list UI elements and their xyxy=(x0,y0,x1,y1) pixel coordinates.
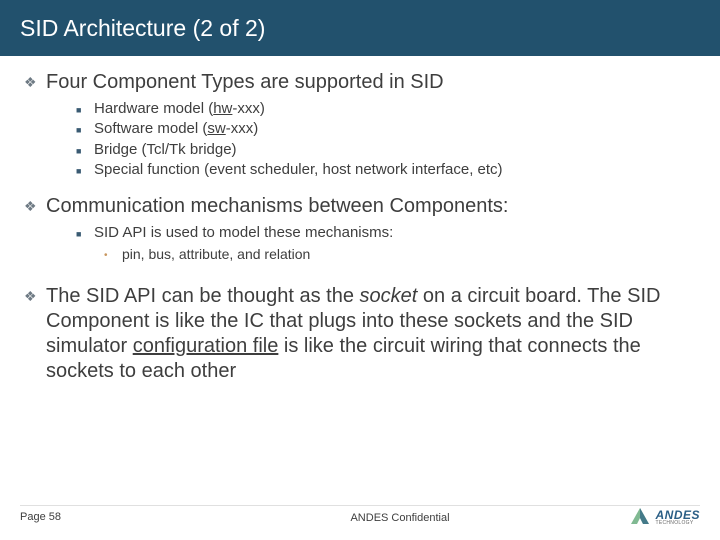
slide-title: SID Architecture (2 of 2) xyxy=(20,15,265,42)
diamond-bullet-icon: ❖ xyxy=(24,284,46,306)
page-number: Page 58 xyxy=(20,511,190,523)
logo-sub-text: TECHNOLOGY xyxy=(655,521,700,526)
sub-list: ■ Hardware model (hw-xxx) ■ Software mod… xyxy=(76,99,696,180)
list-item: ■ Special function (event scheduler, hos… xyxy=(76,160,696,180)
diamond-bullet-icon: ❖ xyxy=(24,194,46,216)
diamond-bullet-icon: ❖ xyxy=(24,70,46,92)
paragraph-text: The SID API can be thought as the socket… xyxy=(46,284,696,384)
bullet-level1: ❖ The SID API can be thought as the sock… xyxy=(24,284,696,384)
heading-text: Four Component Types are supported in SI… xyxy=(46,70,696,95)
list-item: • pin, bus, attribute, and relation xyxy=(104,245,696,264)
list-item: ■ SID API is used to model these mechani… xyxy=(76,223,696,243)
square-bullet-icon: ■ xyxy=(76,99,94,116)
square-bullet-icon: ■ xyxy=(76,223,94,240)
section-component-types: ❖ Four Component Types are supported in … xyxy=(24,70,696,180)
confidential-label: ANDES Confidential xyxy=(350,512,449,524)
item-text: pin, bus, attribute, and relation xyxy=(122,245,310,264)
square-bullet-icon: ■ xyxy=(76,119,94,136)
section-communication: ❖ Communication mechanisms between Compo… xyxy=(24,194,696,264)
section-socket-analogy: ❖ The SID API can be thought as the sock… xyxy=(24,284,696,384)
slide-footer: Page 58 ANDES Confidential ANDES TECHNOL… xyxy=(0,506,720,528)
bullet-level1: ❖ Four Component Types are supported in … xyxy=(24,70,696,95)
andes-logo: ANDES TECHNOLOGY xyxy=(610,506,700,528)
slide-content: ❖ Four Component Types are supported in … xyxy=(0,56,720,384)
square-bullet-icon: ■ xyxy=(76,160,94,177)
sub-sub-list: • pin, bus, attribute, and relation xyxy=(104,245,696,264)
item-text: SID API is used to model these mechanism… xyxy=(94,223,393,243)
square-bullet-icon: ■ xyxy=(76,140,94,157)
list-item: ■ Software model (sw-xxx) xyxy=(76,119,696,139)
list-item: ■ Hardware model (hw-xxx) xyxy=(76,99,696,119)
list-item: ■ Bridge (Tcl/Tk bridge) xyxy=(76,140,696,160)
dot-bullet-icon: • xyxy=(104,245,122,263)
confidential-wrap: ANDES Confidential xyxy=(190,508,610,526)
logo-text: ANDES TECHNOLOGY xyxy=(655,509,700,526)
item-text: Software model (sw-xxx) xyxy=(94,119,258,139)
heading-text: Communication mechanisms between Compone… xyxy=(46,194,696,219)
item-text: Bridge (Tcl/Tk bridge) xyxy=(94,140,237,160)
item-text: Hardware model (hw-xxx) xyxy=(94,99,265,119)
bullet-level1: ❖ Communication mechanisms between Compo… xyxy=(24,194,696,219)
andes-logo-icon xyxy=(629,506,651,528)
sub-list: ■ SID API is used to model these mechani… xyxy=(76,223,696,243)
item-text: Special function (event scheduler, host … xyxy=(94,160,503,180)
logo-main-text: ANDES xyxy=(655,509,700,521)
title-bar: SID Architecture (2 of 2) xyxy=(0,0,720,56)
